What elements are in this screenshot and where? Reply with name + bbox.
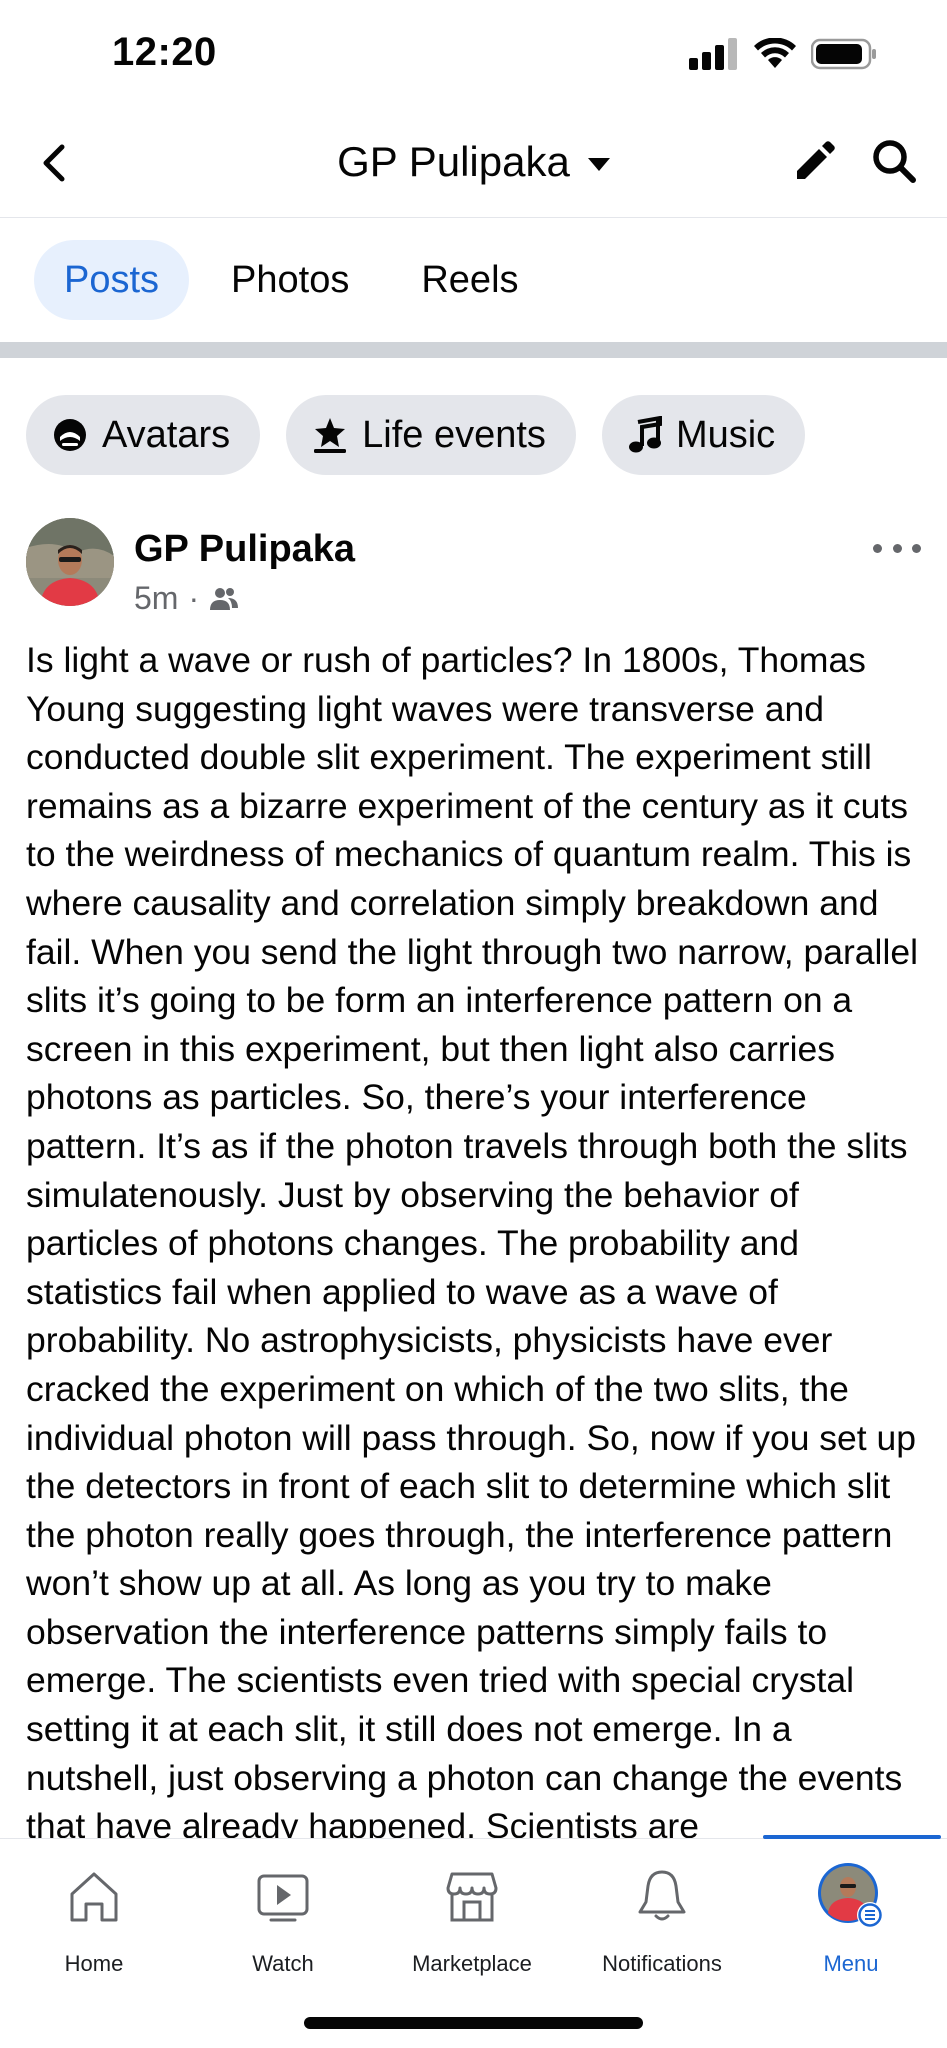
dot: [873, 543, 882, 553]
chip-avatars[interactable]: Avatars: [26, 395, 261, 475]
chip-music[interactable]: Music: [601, 395, 806, 475]
status-time: 12:20: [112, 30, 217, 74]
post-author[interactable]: GP Pulipaka: [134, 528, 355, 571]
watch-icon: [257, 1874, 309, 1922]
nav-label: Notifications: [602, 1951, 722, 1976]
status-bar: 12:20: [0, 0, 947, 110]
profile-menu-icon: [818, 1863, 883, 1928]
star-flag-icon: [314, 418, 347, 453]
tab-posts[interactable]: Posts: [34, 240, 190, 320]
home-indicator: [304, 2017, 643, 2029]
nav-watch[interactable]: Watch: [188, 1861, 378, 1977]
dot: [912, 543, 921, 553]
marketplace-icon: [446, 1872, 498, 1922]
bell-icon: [638, 1870, 686, 1921]
chip-life-events[interactable]: Life events: [286, 395, 576, 475]
post-meta: 5m ·: [134, 580, 239, 617]
nav-menu[interactable]: Menu: [756, 1861, 946, 1977]
nav-label: Marketplace: [412, 1951, 532, 1976]
header-actions: [791, 138, 917, 184]
friends-icon[interactable]: [209, 586, 239, 612]
status-icons: [689, 38, 877, 70]
meta-separator: ·: [188, 580, 200, 616]
more-options-button[interactable]: [873, 536, 921, 560]
nav-notifications[interactable]: Notifications: [567, 1861, 757, 1977]
wifi-icon: [754, 38, 796, 68]
avatar-icon: [54, 419, 86, 451]
tab-reels[interactable]: Reels: [391, 240, 548, 320]
chip-label: Avatars: [102, 413, 231, 456]
tab-photos[interactable]: Photos: [201, 240, 379, 320]
profile-photo: [26, 518, 114, 606]
music-note-icon: [628, 416, 662, 453]
search-icon[interactable]: [871, 138, 917, 184]
active-tab-indicator: [763, 1835, 941, 1839]
nav-label: Home: [64, 1951, 124, 1976]
profile-tabs: Posts Photos Reels: [0, 218, 947, 342]
chips-row: Avatars Life events Music: [26, 395, 806, 475]
nav-home[interactable]: Home: [0, 1861, 189, 1977]
nav-marketplace[interactable]: Marketplace: [377, 1861, 567, 1977]
cellular-signal-icon: [689, 38, 737, 70]
profile-header: GP Pulipaka: [0, 110, 947, 218]
home-icon: [70, 1872, 118, 1922]
battery-icon: [811, 38, 876, 70]
edit-pencil-icon[interactable]: [791, 139, 835, 183]
avatar[interactable]: [26, 518, 114, 606]
chip-label: Life events: [362, 413, 546, 456]
nav-label: Watch: [252, 1951, 314, 1976]
nav-label: Menu: [823, 1951, 879, 1976]
section-divider: [0, 342, 947, 358]
post-time: 5m: [134, 580, 179, 616]
page-title: GP Pulipaka: [337, 138, 570, 185]
chip-label: Music: [675, 413, 776, 456]
caret-down-icon: [587, 157, 610, 171]
dot: [892, 543, 902, 553]
post-body-text: Is light a wave or rush of particles? In…: [26, 640, 918, 1847]
